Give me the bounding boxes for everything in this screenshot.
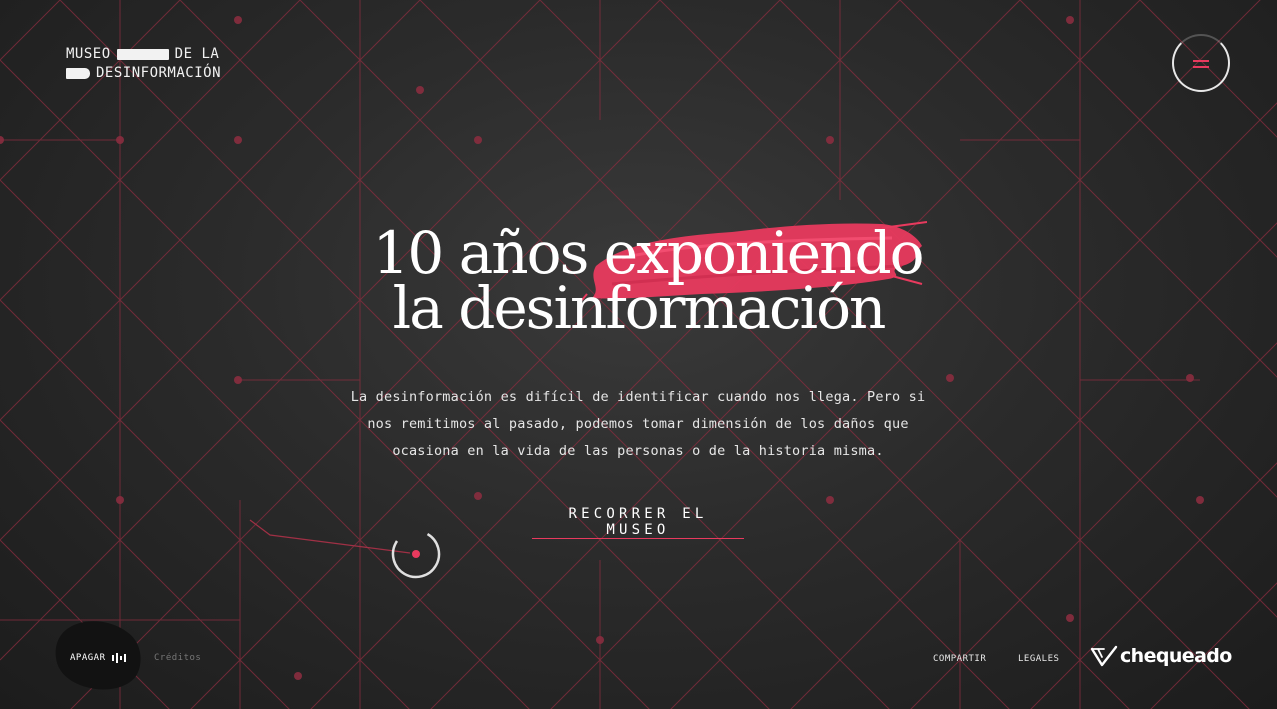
chequeado-check-icon — [1090, 645, 1118, 667]
logo-text-museo: MUSEO — [66, 46, 111, 62]
menu-icon — [1193, 60, 1209, 62]
legal-link[interactable]: LEGALES — [1018, 654, 1059, 664]
brand-wordmark: chequeado — [1120, 645, 1232, 667]
credits-link[interactable]: Créditos — [154, 653, 201, 663]
sound-wave-icon — [111, 653, 126, 663]
sound-toggle-button[interactable]: APAGAR — [70, 653, 126, 663]
background-pattern — [0, 0, 1277, 709]
share-link[interactable]: COMPARTIR — [933, 654, 986, 664]
hero-title: 10 años exponiendo la desinformación — [0, 224, 1277, 342]
sound-toggle-label: APAGAR — [70, 653, 106, 663]
cursor-indicator-icon — [391, 529, 441, 579]
logo-text-de-la: DE LA — [174, 46, 220, 62]
logo-text-desinformacion: DESINFORMACIÓN — [96, 65, 222, 81]
menu-ring — [1172, 34, 1230, 92]
menu-button[interactable] — [1172, 34, 1230, 92]
logo-redaction-bar — [116, 49, 169, 60]
recorrer-museo-button[interactable]: RECORRER EL MUSEO — [532, 506, 744, 538]
site-logo[interactable]: MUSEO DE LA DESINFORMACIÓN — [66, 45, 221, 83]
hero-description: La desinformación es difícil de identifi… — [350, 389, 926, 459]
menu-icon-bar — [1193, 66, 1209, 68]
chequeado-logo-link[interactable]: chequeado — [1090, 645, 1232, 667]
logo-redaction-tag — [66, 68, 90, 79]
cta-underline — [532, 538, 744, 539]
hero-line2: la desinformación — [392, 274, 887, 342]
